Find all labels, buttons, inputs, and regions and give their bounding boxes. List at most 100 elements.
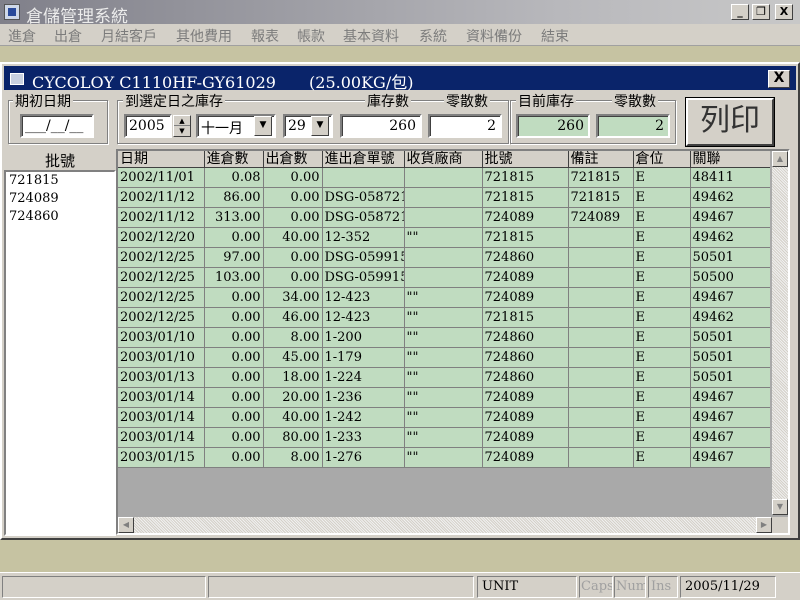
cell-out-qty[interactable]: 0.00: [263, 267, 323, 288]
cell-out-qty[interactable]: 80.00: [263, 427, 323, 448]
cell-remark[interactable]: [568, 247, 634, 268]
cell-batch[interactable]: 724089: [482, 407, 569, 428]
cell-batch[interactable]: 724089: [482, 267, 569, 288]
table-row[interactable]: 2002/12/25 0.00 46.00 12-423 "" 721815 E 49462: [118, 307, 770, 328]
table-row[interactable]: 2003/01/10 0.00 8.00 1-200 "" 724860 E 50501: [118, 327, 770, 348]
cell-date[interactable]: 2003/01/13: [118, 367, 205, 388]
cell-out-qty[interactable]: 20.00: [263, 387, 323, 408]
table-row[interactable]: 2003/01/15 0.00 8.00 1-276 "" 724089 E 49467: [118, 447, 770, 468]
cell-location[interactable]: E: [633, 307, 691, 328]
cell-batch[interactable]: 724089: [482, 427, 569, 448]
cell-in-qty[interactable]: 0.00: [204, 347, 264, 368]
cell-remark[interactable]: [568, 327, 634, 348]
cell-vendor[interactable]: "": [404, 407, 483, 428]
cell-in-qty[interactable]: 86.00: [204, 187, 264, 208]
cell-in-qty[interactable]: 0.00: [204, 387, 264, 408]
stock-qty-field[interactable]: 260: [340, 114, 422, 138]
cell-out-qty[interactable]: 0.00: [263, 247, 323, 268]
cell-in-qty[interactable]: 0.00: [204, 287, 264, 308]
chevron-down-icon[interactable]: ▼: [254, 116, 272, 136]
cell-doc-no[interactable]: 1-200: [322, 327, 405, 348]
inventory-window-close-button[interactable]: X: [768, 70, 790, 88]
cell-link[interactable]: 50501: [690, 347, 770, 368]
cell-date[interactable]: 2002/12/25: [118, 247, 205, 268]
cell-date[interactable]: 2002/11/12: [118, 187, 205, 208]
table-row[interactable]: 2002/11/12 86.00 0.00 DSG-058721 721815 72181…: [118, 187, 770, 208]
horizontal-scrollbar[interactable]: ◀ ▶: [118, 517, 772, 533]
table-row[interactable]: 2002/12/25 103.00 0.00 DSG-059915 724089 E 505…: [118, 267, 770, 288]
cell-location[interactable]: E: [633, 167, 691, 188]
cell-date[interactable]: 2003/01/14: [118, 427, 205, 448]
cell-doc-no[interactable]: DSG-059915: [322, 267, 405, 288]
cell-vendor[interactable]: "": [404, 427, 483, 448]
cell-batch[interactable]: 724860: [482, 247, 569, 268]
column-header-remark[interactable]: 備註: [568, 151, 634, 168]
cell-out-qty[interactable]: 18.00: [263, 367, 323, 388]
cell-location[interactable]: E: [633, 387, 691, 408]
table-row[interactable]: 2003/01/14 0.00 40.00 1-242 "" 724089 E 49467: [118, 407, 770, 428]
cell-link[interactable]: 50501: [690, 327, 770, 348]
cell-remark[interactable]: [568, 227, 634, 248]
cell-vendor[interactable]: "": [404, 327, 483, 348]
cell-link[interactable]: 49462: [690, 187, 770, 208]
vertical-scrollbar[interactable]: ▲ ▼: [772, 151, 788, 515]
minimize-button[interactable]: _: [731, 4, 749, 20]
cell-link[interactable]: 49467: [690, 407, 770, 428]
cell-date[interactable]: 2002/12/25: [118, 267, 205, 288]
window-icon[interactable]: [10, 73, 24, 85]
cell-out-qty[interactable]: 40.00: [263, 407, 323, 428]
cell-vendor[interactable]: "": [404, 347, 483, 368]
cell-doc-no[interactable]: DSG-059915: [322, 247, 405, 268]
cell-batch[interactable]: 724089: [482, 447, 569, 468]
cell-batch[interactable]: 721815: [482, 167, 569, 188]
cell-date[interactable]: 2003/01/14: [118, 407, 205, 428]
cell-remark[interactable]: [568, 367, 634, 388]
cell-batch[interactable]: 724089: [482, 387, 569, 408]
column-header-doc-no[interactable]: 進出倉單號: [322, 151, 405, 168]
cell-link[interactable]: 49467: [690, 207, 770, 228]
cell-doc-no[interactable]: DSG-058721: [322, 207, 405, 228]
cell-location[interactable]: E: [633, 227, 691, 248]
cell-link[interactable]: 49467: [690, 387, 770, 408]
cell-batch[interactable]: 721815: [482, 227, 569, 248]
cell-link[interactable]: 48411: [690, 167, 770, 188]
table-row[interactable]: 2002/12/20 0.00 40.00 12-352 "" 721815 E 49462: [118, 227, 770, 248]
scroll-up-icon[interactable]: ▲: [772, 151, 788, 167]
close-button[interactable]: X: [775, 4, 793, 20]
cell-in-qty[interactable]: 313.00: [204, 207, 264, 228]
cell-link[interactable]: 49467: [690, 447, 770, 468]
cell-vendor[interactable]: "": [404, 307, 483, 328]
cell-vendor[interactable]: "": [404, 367, 483, 388]
cell-vendor[interactable]: [404, 247, 483, 268]
cell-vendor[interactable]: "": [404, 227, 483, 248]
cell-vendor[interactable]: "": [404, 387, 483, 408]
cell-batch[interactable]: 724089: [482, 207, 569, 228]
app-icon[interactable]: [4, 4, 20, 20]
menu-item-backup[interactable]: 資料備份: [466, 26, 522, 46]
cell-location[interactable]: E: [633, 187, 691, 208]
column-header-batch[interactable]: 批號: [482, 151, 569, 168]
cell-batch[interactable]: 724860: [482, 367, 569, 388]
cell-link[interactable]: 49467: [690, 427, 770, 448]
table-row[interactable]: 2003/01/13 0.00 18.00 1-224 "" 724860 E 50501: [118, 367, 770, 388]
cell-vendor[interactable]: [404, 267, 483, 288]
cell-location[interactable]: E: [633, 367, 691, 388]
cell-remark[interactable]: [568, 447, 634, 468]
list-item[interactable]: 724860: [6, 208, 114, 226]
cell-doc-no[interactable]: 1-233: [322, 427, 405, 448]
cell-location[interactable]: E: [633, 327, 691, 348]
cell-location[interactable]: E: [633, 447, 691, 468]
table-row[interactable]: 2002/11/12 313.00 0.00 DSG-058721 724089 7240…: [118, 207, 770, 228]
cell-location[interactable]: E: [633, 247, 691, 268]
column-header-vendor[interactable]: 收貨廠商: [404, 151, 483, 168]
cell-vendor[interactable]: "": [404, 447, 483, 468]
cell-doc-no[interactable]: 12-352: [322, 227, 405, 248]
cell-date[interactable]: 2003/01/14: [118, 387, 205, 408]
cell-in-qty[interactable]: 0.00: [204, 367, 264, 388]
cell-link[interactable]: 50501: [690, 247, 770, 268]
cell-remark[interactable]: [568, 267, 634, 288]
chevron-down-icon[interactable]: ▼: [311, 116, 329, 136]
cell-out-qty[interactable]: 40.00: [263, 227, 323, 248]
cell-remark[interactable]: [568, 287, 634, 308]
cell-link[interactable]: 50501: [690, 367, 770, 388]
